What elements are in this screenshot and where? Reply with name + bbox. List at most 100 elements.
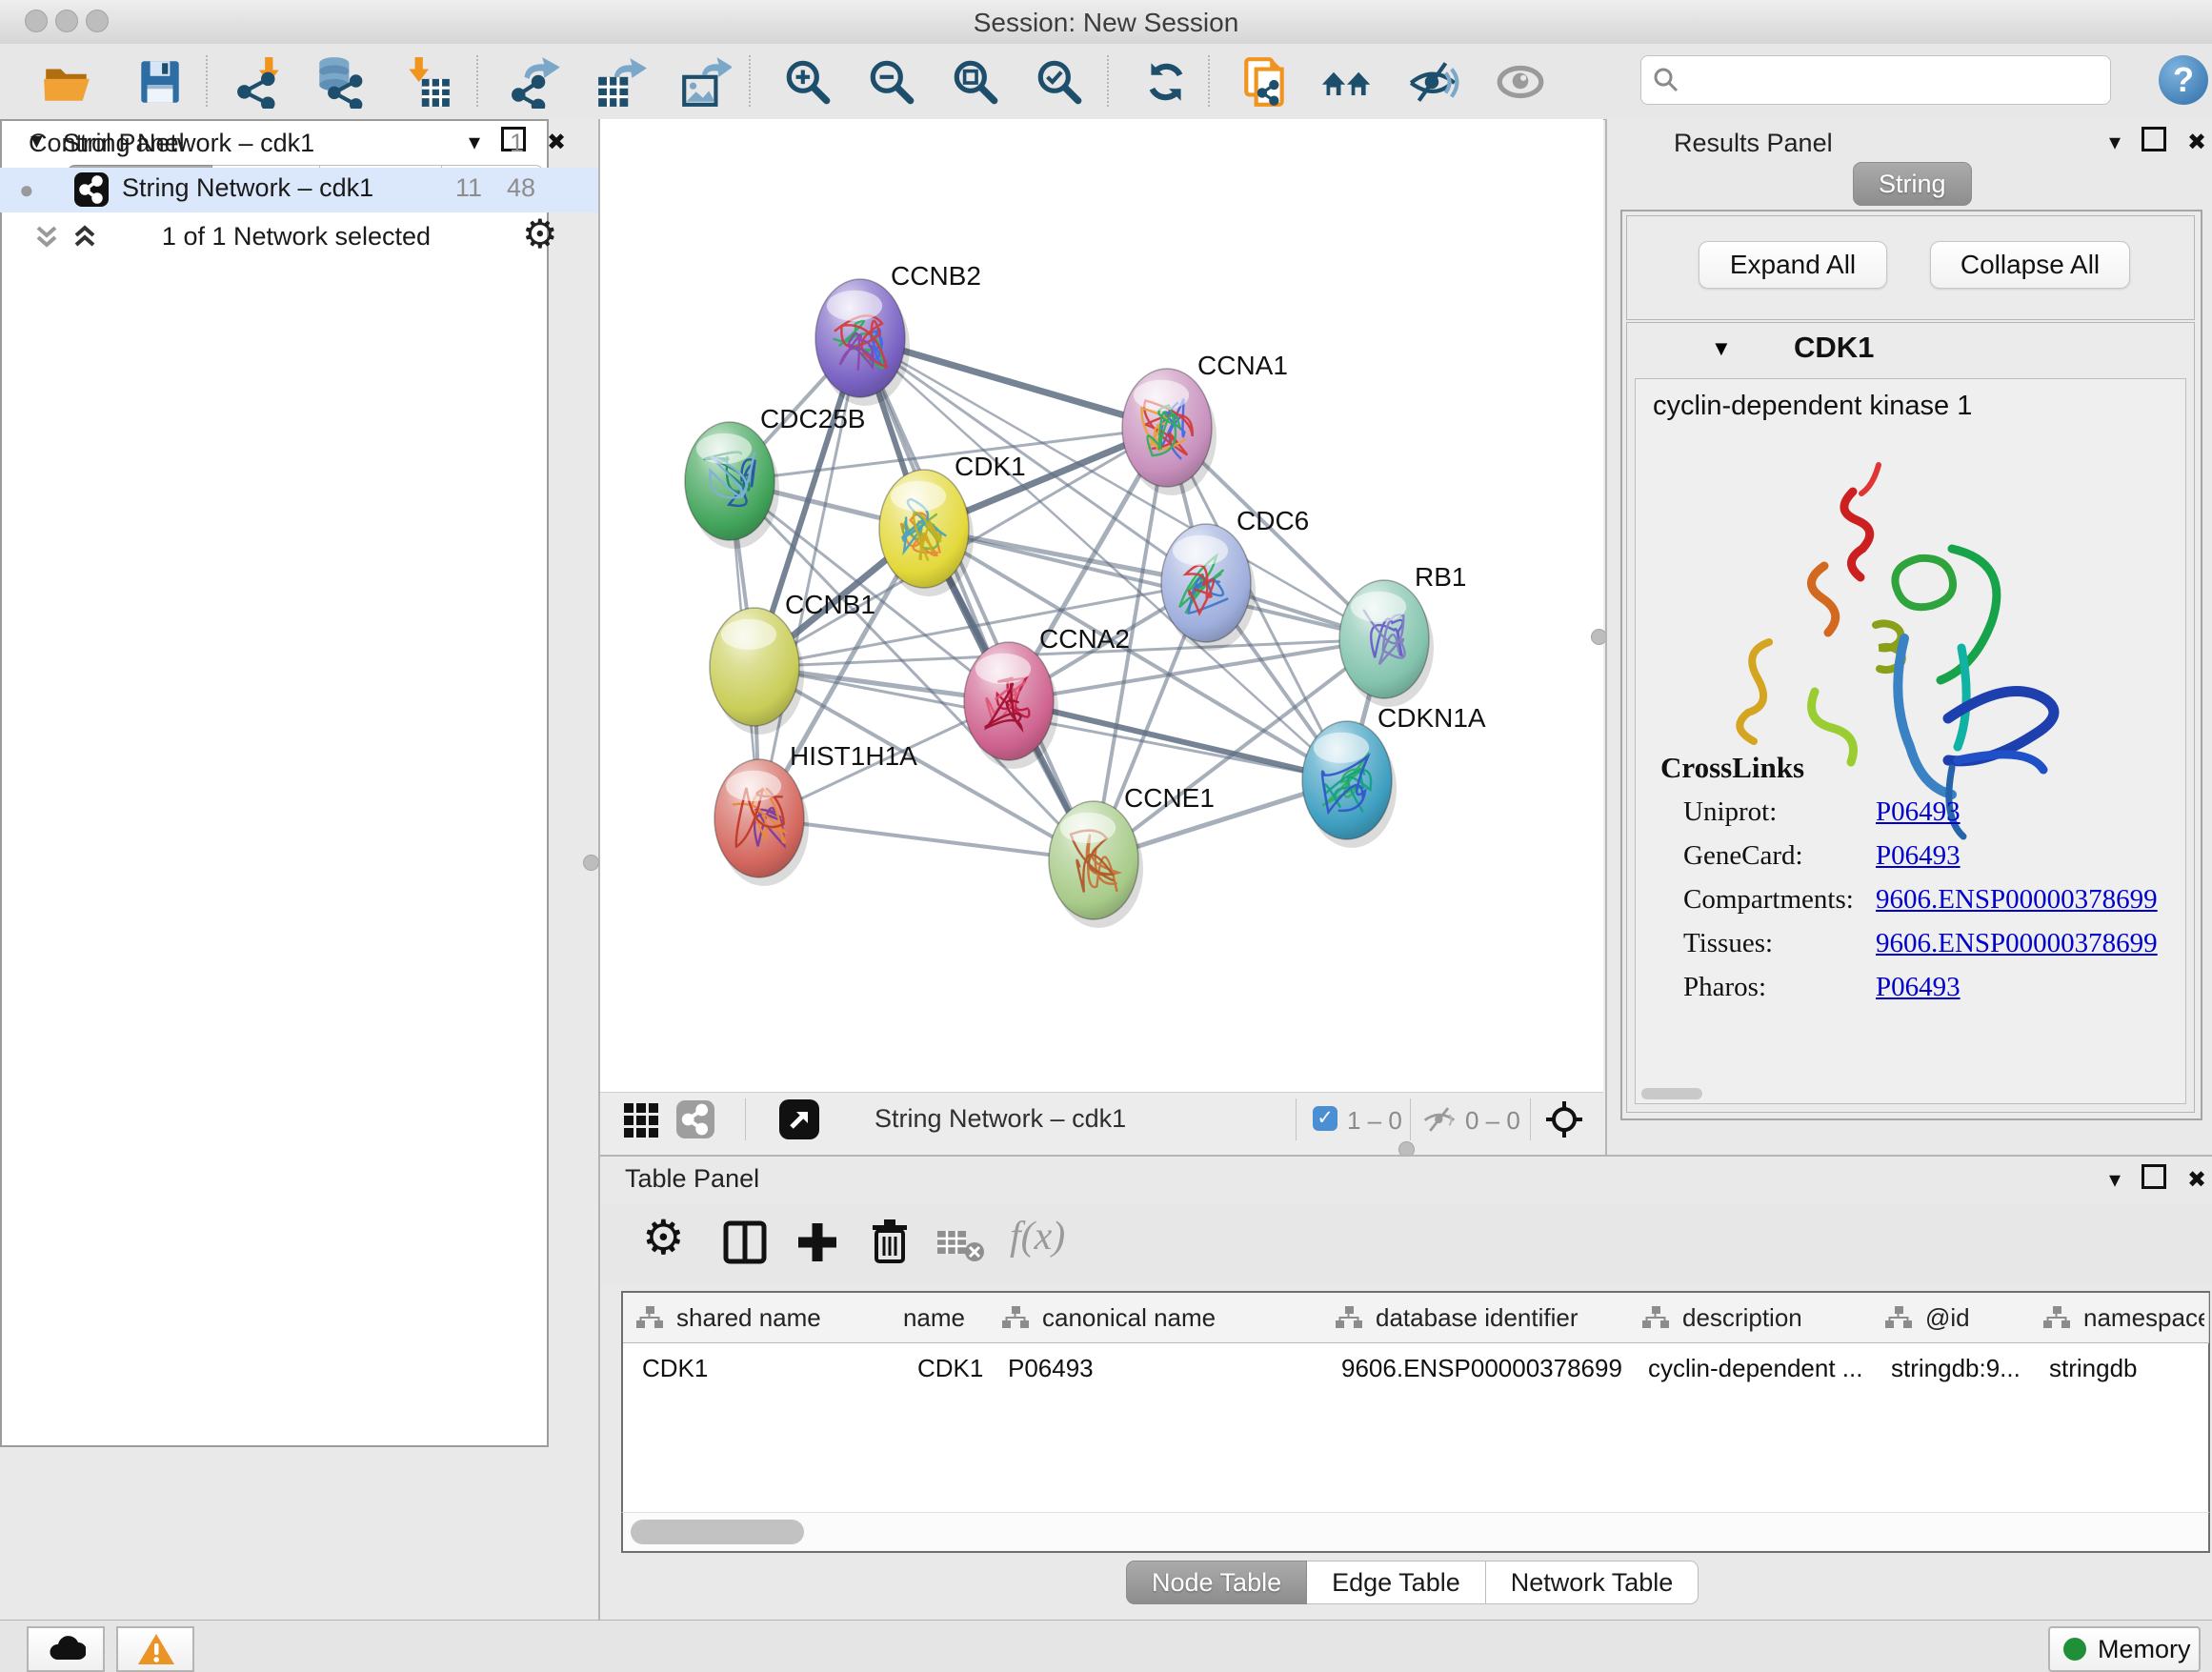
import-database-icon[interactable] — [312, 55, 366, 109]
table-cell[interactable]: stringdb:9... — [1872, 1342, 2030, 1390]
collapse-triangle-icon[interactable]: ▼ — [1711, 336, 1732, 361]
add-column-icon[interactable] — [794, 1219, 840, 1265]
warning-icon — [137, 1632, 175, 1666]
warnings-button[interactable] — [116, 1626, 194, 1672]
zoom-out-icon[interactable] — [865, 55, 918, 109]
network-node-CCNB2[interactable]: CCNB2 — [815, 261, 981, 406]
column-header-label: shared name — [676, 1303, 875, 1333]
table-cell[interactable]: CDK1 — [623, 1342, 879, 1390]
network-node-CCNA1[interactable]: CCNA1 — [1122, 351, 1288, 495]
table-cell[interactable]: 9606.ENSP00000378699 — [1322, 1342, 1629, 1390]
vertical-splitter-handle[interactable] — [583, 855, 599, 871]
network-options-gear-icon[interactable]: ⚙ — [522, 211, 558, 257]
column-header-name[interactable]: name — [879, 1293, 990, 1343]
delete-column-icon[interactable] — [867, 1218, 913, 1265]
crosslink-link[interactable]: 9606.ENSP00000378699 — [1876, 884, 2158, 916]
selected-nodes-checkbox[interactable]: ✓ — [1313, 1106, 1337, 1131]
tab-edge-table[interactable]: Edge Table — [1307, 1561, 1486, 1604]
table-cell[interactable]: CDK1 — [879, 1342, 989, 1390]
memory-button[interactable]: Memory — [2048, 1626, 2201, 1672]
crosslink-link[interactable]: P06493 — [1876, 796, 1961, 828]
string-network-graph[interactable]: CCNB2CCNA1CDC25BCDK1CDC6RB1CCNB1CCNA2CDK… — [600, 119, 1603, 1092]
import-network-icon[interactable] — [234, 55, 288, 109]
hide-panel-eye-icon[interactable] — [1406, 55, 1459, 109]
network-node-RB1[interactable]: RB1 — [1339, 562, 1466, 707]
node-label: CCNE1 — [1124, 783, 1215, 813]
panel-menu-icon[interactable]: ▾ — [2109, 129, 2121, 156]
tab-node-table[interactable]: Node Table — [1126, 1561, 1307, 1604]
cloud-button[interactable] — [27, 1626, 105, 1672]
birds-eye-grid-icon[interactable] — [623, 1102, 659, 1138]
function-builder-icon[interactable]: f(x) — [1010, 1214, 1065, 1259]
network-view-canvas[interactable]: CCNB2CCNA1CDC25BCDK1CDC6RB1CCNB1CCNA2CDK… — [600, 119, 1603, 1092]
table-panel-window-icons: ▾✖ — [2088, 1164, 2206, 1194]
hidden-elements-eye-icon[interactable] — [1421, 1104, 1458, 1135]
node-table[interactable]: shared namenamecanonical namedatabase id… — [621, 1291, 2210, 1516]
tab-network-table[interactable]: Network Table — [1486, 1561, 1699, 1604]
tab-string[interactable]: String — [1853, 162, 1972, 206]
column-header-description[interactable]: description — [1629, 1293, 1873, 1343]
network-collection-row[interactable]: ▼ String Network – cdk1 1 — [0, 123, 598, 168]
string-badge-gray-icon[interactable] — [676, 1100, 714, 1138]
expand-all-button[interactable]: Expand All — [1699, 241, 1887, 289]
table-settings-gear-icon[interactable]: ⚙ — [642, 1210, 685, 1265]
help-icon[interactable]: ? — [2159, 55, 2208, 105]
table-hscrollbar[interactable] — [621, 1512, 2210, 1553]
search-input[interactable] — [1687, 60, 2101, 100]
column-header-at-id[interactable]: @id — [1872, 1293, 2031, 1343]
cloud-icon — [48, 1633, 86, 1663]
save-session-icon[interactable] — [133, 55, 187, 109]
network-node-CDKN1A[interactable]: CDKN1A — [1302, 703, 1486, 848]
clone-network-icon[interactable] — [1238, 55, 1292, 109]
delete-table-icon[interactable] — [935, 1225, 985, 1263]
table-hscrollbar-thumb[interactable] — [631, 1520, 804, 1544]
network-node-CCNA2[interactable]: CCNA2 — [964, 624, 1130, 769]
panel-float-icon[interactable] — [2142, 127, 2166, 151]
network-edge[interactable] — [1009, 701, 1347, 780]
panel-close-icon[interactable]: ✖ — [2187, 1166, 2206, 1194]
collapse-all-button[interactable]: Collapse All — [1930, 241, 2130, 289]
column-header-namespace[interactable]: namespace — [2030, 1293, 2209, 1343]
network-row[interactable]: ● String Network – cdk1 11 48 — [0, 168, 598, 212]
crosslink-link[interactable]: 9606.ENSP00000378699 — [1876, 928, 2158, 959]
collapse-triangle-icon[interactable]: ▼ — [27, 131, 47, 153]
panel-float-icon[interactable] — [2142, 1164, 2166, 1189]
network-edge[interactable] — [860, 338, 1094, 860]
panel-close-icon[interactable]: ✖ — [2187, 129, 2206, 156]
network-edge[interactable] — [759, 818, 1094, 860]
export-network-icon[interactable] — [511, 55, 564, 109]
node-label: CCNA1 — [1197, 351, 1288, 380]
open-in-browser-icon[interactable] — [779, 1099, 819, 1139]
network-node-HIST1H1A[interactable]: HIST1H1A — [714, 741, 917, 886]
column-header-shared-name[interactable]: shared name — [623, 1293, 880, 1343]
toolbar-separator — [749, 55, 751, 107]
node-entry-header[interactable]: ▼ CDK1 — [1627, 323, 2194, 376]
crosslink-link[interactable]: P06493 — [1876, 840, 1961, 872]
open-session-icon[interactable] — [40, 55, 93, 109]
node-label: RB1 — [1415, 562, 1466, 592]
node-label: HIST1H1A — [790, 741, 917, 771]
zoom-in-icon[interactable] — [781, 55, 835, 109]
table-cell[interactable]: cyclin-dependent ... — [1629, 1342, 1872, 1390]
panel-menu-icon[interactable]: ▾ — [2109, 1166, 2121, 1194]
column-header-canonical-name[interactable]: canonical name — [989, 1293, 1323, 1343]
table-cell[interactable]: P06493 — [989, 1342, 1322, 1390]
search-box[interactable] — [1640, 55, 2111, 105]
import-table-icon[interactable] — [400, 55, 453, 109]
results-scrollbar-thumb[interactable] — [1641, 1088, 1702, 1099]
refresh-icon[interactable] — [1139, 55, 1193, 109]
column-header-database-identifier[interactable]: database identifier — [1322, 1293, 1630, 1343]
network-node-CDC6[interactable]: CDC6 — [1161, 506, 1309, 651]
export-image-icon[interactable] — [678, 55, 732, 109]
show-eye-icon[interactable] — [1494, 55, 1547, 109]
show-columns-icon[interactable] — [722, 1219, 768, 1265]
column-type-icon — [2043, 1306, 2070, 1329]
network-node-CCNE1[interactable]: CCNE1 — [1049, 783, 1215, 928]
zoom-selected-icon[interactable] — [1033, 55, 1086, 109]
fit-selected-crosshair-icon[interactable] — [1545, 1100, 1583, 1138]
table-cell[interactable]: stringdb — [2030, 1342, 2208, 1390]
home-networks-icon[interactable] — [1320, 55, 1374, 109]
export-table-icon[interactable] — [594, 55, 648, 109]
zoom-fit-icon[interactable] — [949, 55, 1002, 109]
crosslink-link[interactable]: P06493 — [1876, 972, 1961, 1003]
